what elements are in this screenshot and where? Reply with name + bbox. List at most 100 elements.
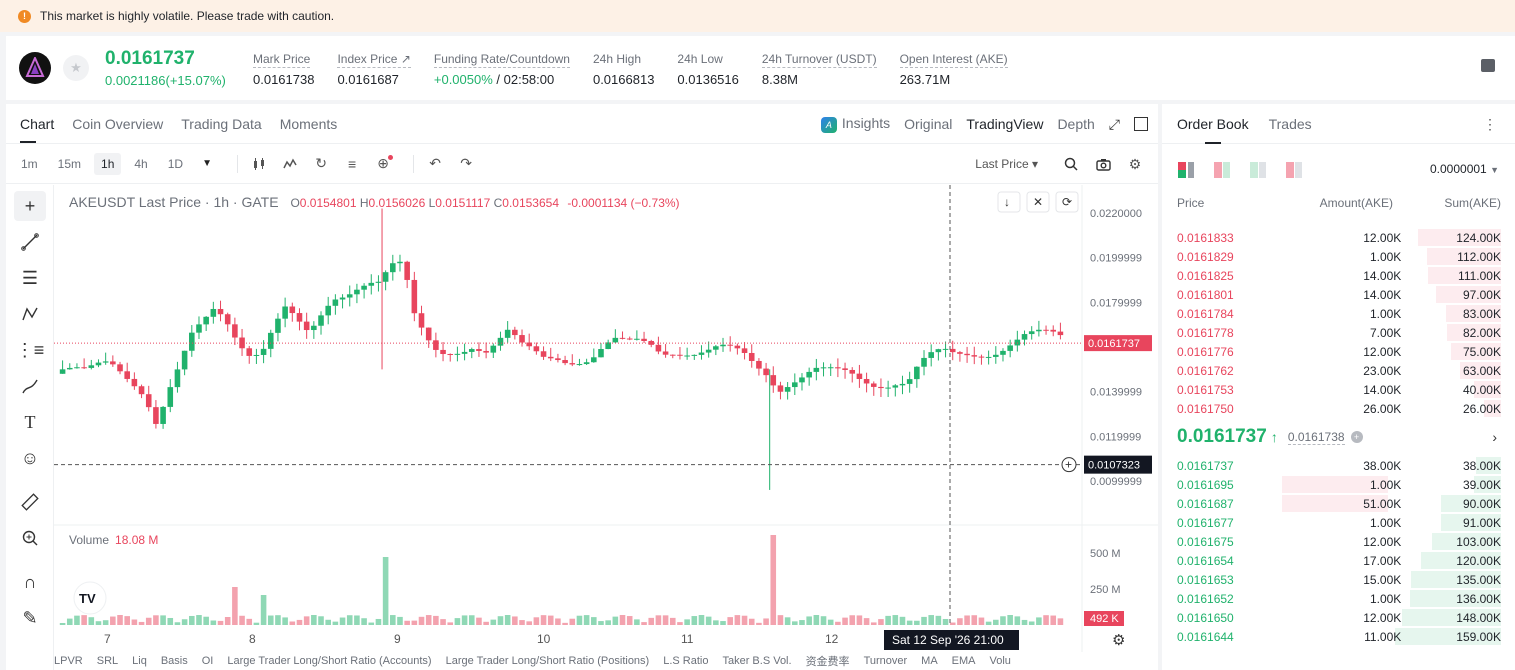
indicators-icon[interactable] — [279, 153, 301, 175]
ask-row[interactable]: 0.0161801 14.00K 97.00K — [1162, 285, 1515, 304]
volume-bar — [246, 618, 253, 625]
bid-row[interactable]: 0.0161737 38.00K 38.00K — [1162, 456, 1515, 475]
ask-row[interactable]: 0.0161784 1.00K 83.00K — [1162, 304, 1515, 323]
chevron-right-icon[interactable]: › — [1492, 429, 1497, 445]
indicator-item[interactable]: LPVR — [54, 655, 83, 667]
indicator-item[interactable]: MA — [921, 655, 938, 667]
interval-1d[interactable]: 1D — [161, 153, 190, 175]
candle-body — [878, 386, 884, 389]
pattern-tool-icon[interactable] — [14, 299, 46, 329]
ask-row[interactable]: 0.0161778 7.00K 82.00K — [1162, 323, 1515, 342]
interval-dropdown-icon[interactable]: ▼ — [196, 153, 218, 175]
volume-bar — [842, 617, 848, 625]
indicator-item[interactable]: 资金费率 — [806, 653, 850, 669]
crosshair-tool-icon[interactable]: + — [14, 191, 46, 221]
ask-row[interactable]: 0.0161753 14.00K 40.00K — [1162, 380, 1515, 399]
projection-tool-icon[interactable]: ⋮≡ — [14, 335, 46, 365]
ask-row[interactable]: 0.0161825 14.00K 111.00K — [1162, 266, 1515, 285]
fullscreen-icon[interactable] — [1134, 117, 1148, 131]
compare-icon[interactable]: ↻ — [310, 153, 332, 175]
ask-row[interactable]: 0.0161776 12.00K 75.00K — [1162, 342, 1515, 361]
candlestick-chart[interactable]: 0.0220000 0.0199999 0.0179999 0.0139999 0.01… — [54, 185, 1158, 652]
ask-row[interactable]: 0.0161829 1.00K 112.00K — [1162, 247, 1515, 266]
view-depth[interactable]: Depth — [1057, 116, 1094, 132]
chart-area[interactable]: 0.0220000 0.0199999 0.0179999 0.0139999 0.01… — [54, 185, 1158, 670]
indicator-item[interactable]: L.S Ratio — [663, 655, 708, 667]
indicator-item[interactable]: Turnover — [864, 655, 908, 667]
zoom-in-tool-icon[interactable] — [14, 523, 46, 553]
candle-type-icon[interactable] — [248, 153, 270, 175]
bid-row[interactable]: 0.0161653 15.00K 135.00K — [1162, 570, 1515, 589]
mode-both-icon[interactable] — [1178, 162, 1194, 178]
ask-row[interactable]: 0.0161833 12.00K 124.00K — [1162, 228, 1515, 247]
bid-row[interactable]: 0.0161654 17.00K 120.00K — [1162, 551, 1515, 570]
mode-bids-icon[interactable] — [1250, 162, 1266, 178]
interval-15m[interactable]: 15m — [51, 153, 88, 175]
stat-funding-rate[interactable]: Funding Rate/Countdown +0.0050% / 02:58:… — [433, 50, 570, 87]
indicator-item[interactable]: Large Trader Long/Short Ratio (Positions… — [446, 655, 650, 667]
ask-row[interactable]: 0.0161762 23.00K 63.00K — [1162, 361, 1515, 380]
tab-chart[interactable]: Chart — [20, 104, 54, 144]
volume-bar — [189, 615, 195, 625]
stat-mark-price[interactable]: Mark Price 0.0161738 — [253, 50, 314, 87]
price-type-select[interactable]: Last Price ▾ — [975, 157, 1038, 171]
indicator-item[interactable]: EMA — [952, 655, 976, 667]
indicator-item[interactable]: Taker B.S Vol. — [722, 655, 791, 667]
volume-bar — [756, 622, 762, 625]
indicator-item[interactable]: OI — [202, 655, 214, 667]
bid-row[interactable]: 0.0161644 11.00K 159.00K — [1162, 627, 1515, 646]
magnet-tool-icon[interactable]: ∩ — [14, 567, 46, 597]
add-alert-icon[interactable]: ⊕ — [372, 153, 394, 175]
pen-tool-icon[interactable]: ✎ — [14, 603, 46, 633]
stat-24h-turnover[interactable]: 24h Turnover (USDT) 8.38M — [761, 50, 877, 87]
bid-row[interactable]: 0.0161687 51.00K 90.00K — [1162, 494, 1515, 513]
ruler-tool-icon[interactable] — [14, 487, 46, 517]
view-original[interactable]: Original — [904, 116, 952, 132]
emoji-tool-icon[interactable]: ☺ — [14, 443, 46, 473]
camera-icon[interactable] — [1092, 153, 1114, 175]
indicator-item[interactable]: Liq — [132, 655, 147, 667]
tab-trades[interactable]: Trades — [1269, 104, 1312, 144]
expand-icon[interactable]: ⤢ — [1109, 116, 1120, 133]
undo-icon[interactable]: ↶ — [424, 153, 446, 175]
view-tradingview[interactable]: TradingView — [966, 116, 1043, 132]
candle-body — [856, 373, 863, 379]
interval-1m[interactable]: 1m — [14, 153, 45, 175]
more-menu-icon[interactable]: ⋮ — [1483, 116, 1497, 133]
bid-row[interactable]: 0.0161675 12.00K 103.00K — [1162, 532, 1515, 551]
favorite-star-icon[interactable]: ★ — [63, 55, 89, 81]
indicator-item[interactable]: Volu — [990, 655, 1011, 667]
trendline-tool-icon[interactable] — [14, 227, 46, 257]
guide-book-icon[interactable] — [1481, 59, 1495, 72]
bid-row[interactable]: 0.0161695 1.00K 39.00K — [1162, 475, 1515, 494]
fib-tool-icon[interactable]: ☰ — [14, 263, 46, 293]
bid-row[interactable]: 0.0161677 1.00K 91.00K — [1162, 513, 1515, 532]
text-tool-icon[interactable]: T — [14, 407, 46, 437]
interval-1h[interactable]: 1h — [94, 152, 122, 175]
candle-body — [131, 378, 138, 387]
ask-row[interactable]: 0.0161750 26.00K 26.00K — [1162, 399, 1515, 418]
stat-open-interest[interactable]: Open Interest (AKE) 263.71M — [899, 50, 1008, 87]
brush-tool-icon[interactable] — [14, 371, 46, 401]
tab-trading-data[interactable]: Trading Data — [181, 104, 261, 144]
tab-coin-overview[interactable]: Coin Overview — [72, 104, 163, 144]
precision-select[interactable]: 0.0000001 ▼ — [1430, 162, 1499, 176]
redo-icon[interactable]: ↷ — [455, 153, 477, 175]
tab-order-book[interactable]: Order Book — [1177, 104, 1249, 144]
templates-icon[interactable]: ≡ — [341, 153, 363, 175]
indicator-item[interactable]: SRL — [97, 655, 118, 667]
mode-sell-icon[interactable] — [1286, 162, 1302, 178]
insights-button[interactable]: A Insights — [820, 115, 890, 133]
indicator-item[interactable]: Basis — [161, 655, 188, 667]
bid-row[interactable]: 0.0161650 12.00K 148.00K — [1162, 608, 1515, 627]
stat-index-price[interactable]: Index Price ↗ 0.0161687 — [337, 50, 411, 87]
interval-4h[interactable]: 4h — [127, 153, 154, 175]
indicator-item[interactable]: Large Trader Long/Short Ratio (Accounts) — [227, 655, 431, 667]
volume-bar — [569, 618, 576, 625]
mode-asks-icon[interactable] — [1214, 162, 1230, 178]
volume-bar — [942, 618, 949, 625]
tab-moments[interactable]: Moments — [280, 104, 338, 144]
search-icon[interactable] — [1060, 153, 1082, 175]
settings-gear-icon[interactable]: ⚙ — [1124, 153, 1146, 175]
bid-row[interactable]: 0.0161652 1.00K 136.00K — [1162, 589, 1515, 608]
